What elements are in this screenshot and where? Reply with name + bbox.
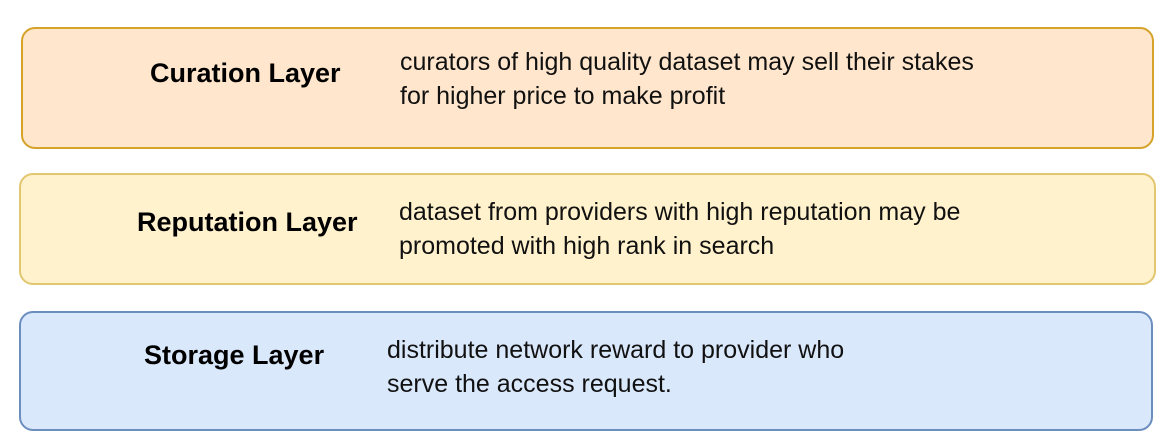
curation-layer-description-line: for higher price to make profit: [400, 82, 726, 110]
reputation-layer-title: Reputation Layer: [137, 207, 358, 237]
curation-layer-box: Curation Layer curators of high quality …: [21, 27, 1154, 149]
curation-layer-description: curators of high quality dataset may sel…: [400, 45, 974, 113]
curation-layer-description-line: curators of high quality dataset may sel…: [400, 48, 974, 76]
reputation-layer-description-line: promoted with high rank in search: [399, 232, 775, 260]
reputation-layer-box: Reputation Layer dataset from providers …: [19, 173, 1156, 285]
reputation-layer-description: dataset from providers with high reputat…: [399, 195, 960, 263]
curation-layer-title: Curation Layer: [150, 58, 341, 88]
storage-layer-title: Storage Layer: [144, 340, 325, 370]
storage-layer-description-line: distribute network reward to provider wh…: [387, 336, 845, 364]
storage-layer-box: Storage Layer distribute network reward …: [19, 311, 1153, 431]
storage-layer-description-line: serve the access request.: [387, 370, 672, 398]
storage-layer-description: distribute network reward to provider wh…: [387, 333, 844, 401]
reputation-layer-description-line: dataset from providers with high reputat…: [399, 198, 961, 226]
